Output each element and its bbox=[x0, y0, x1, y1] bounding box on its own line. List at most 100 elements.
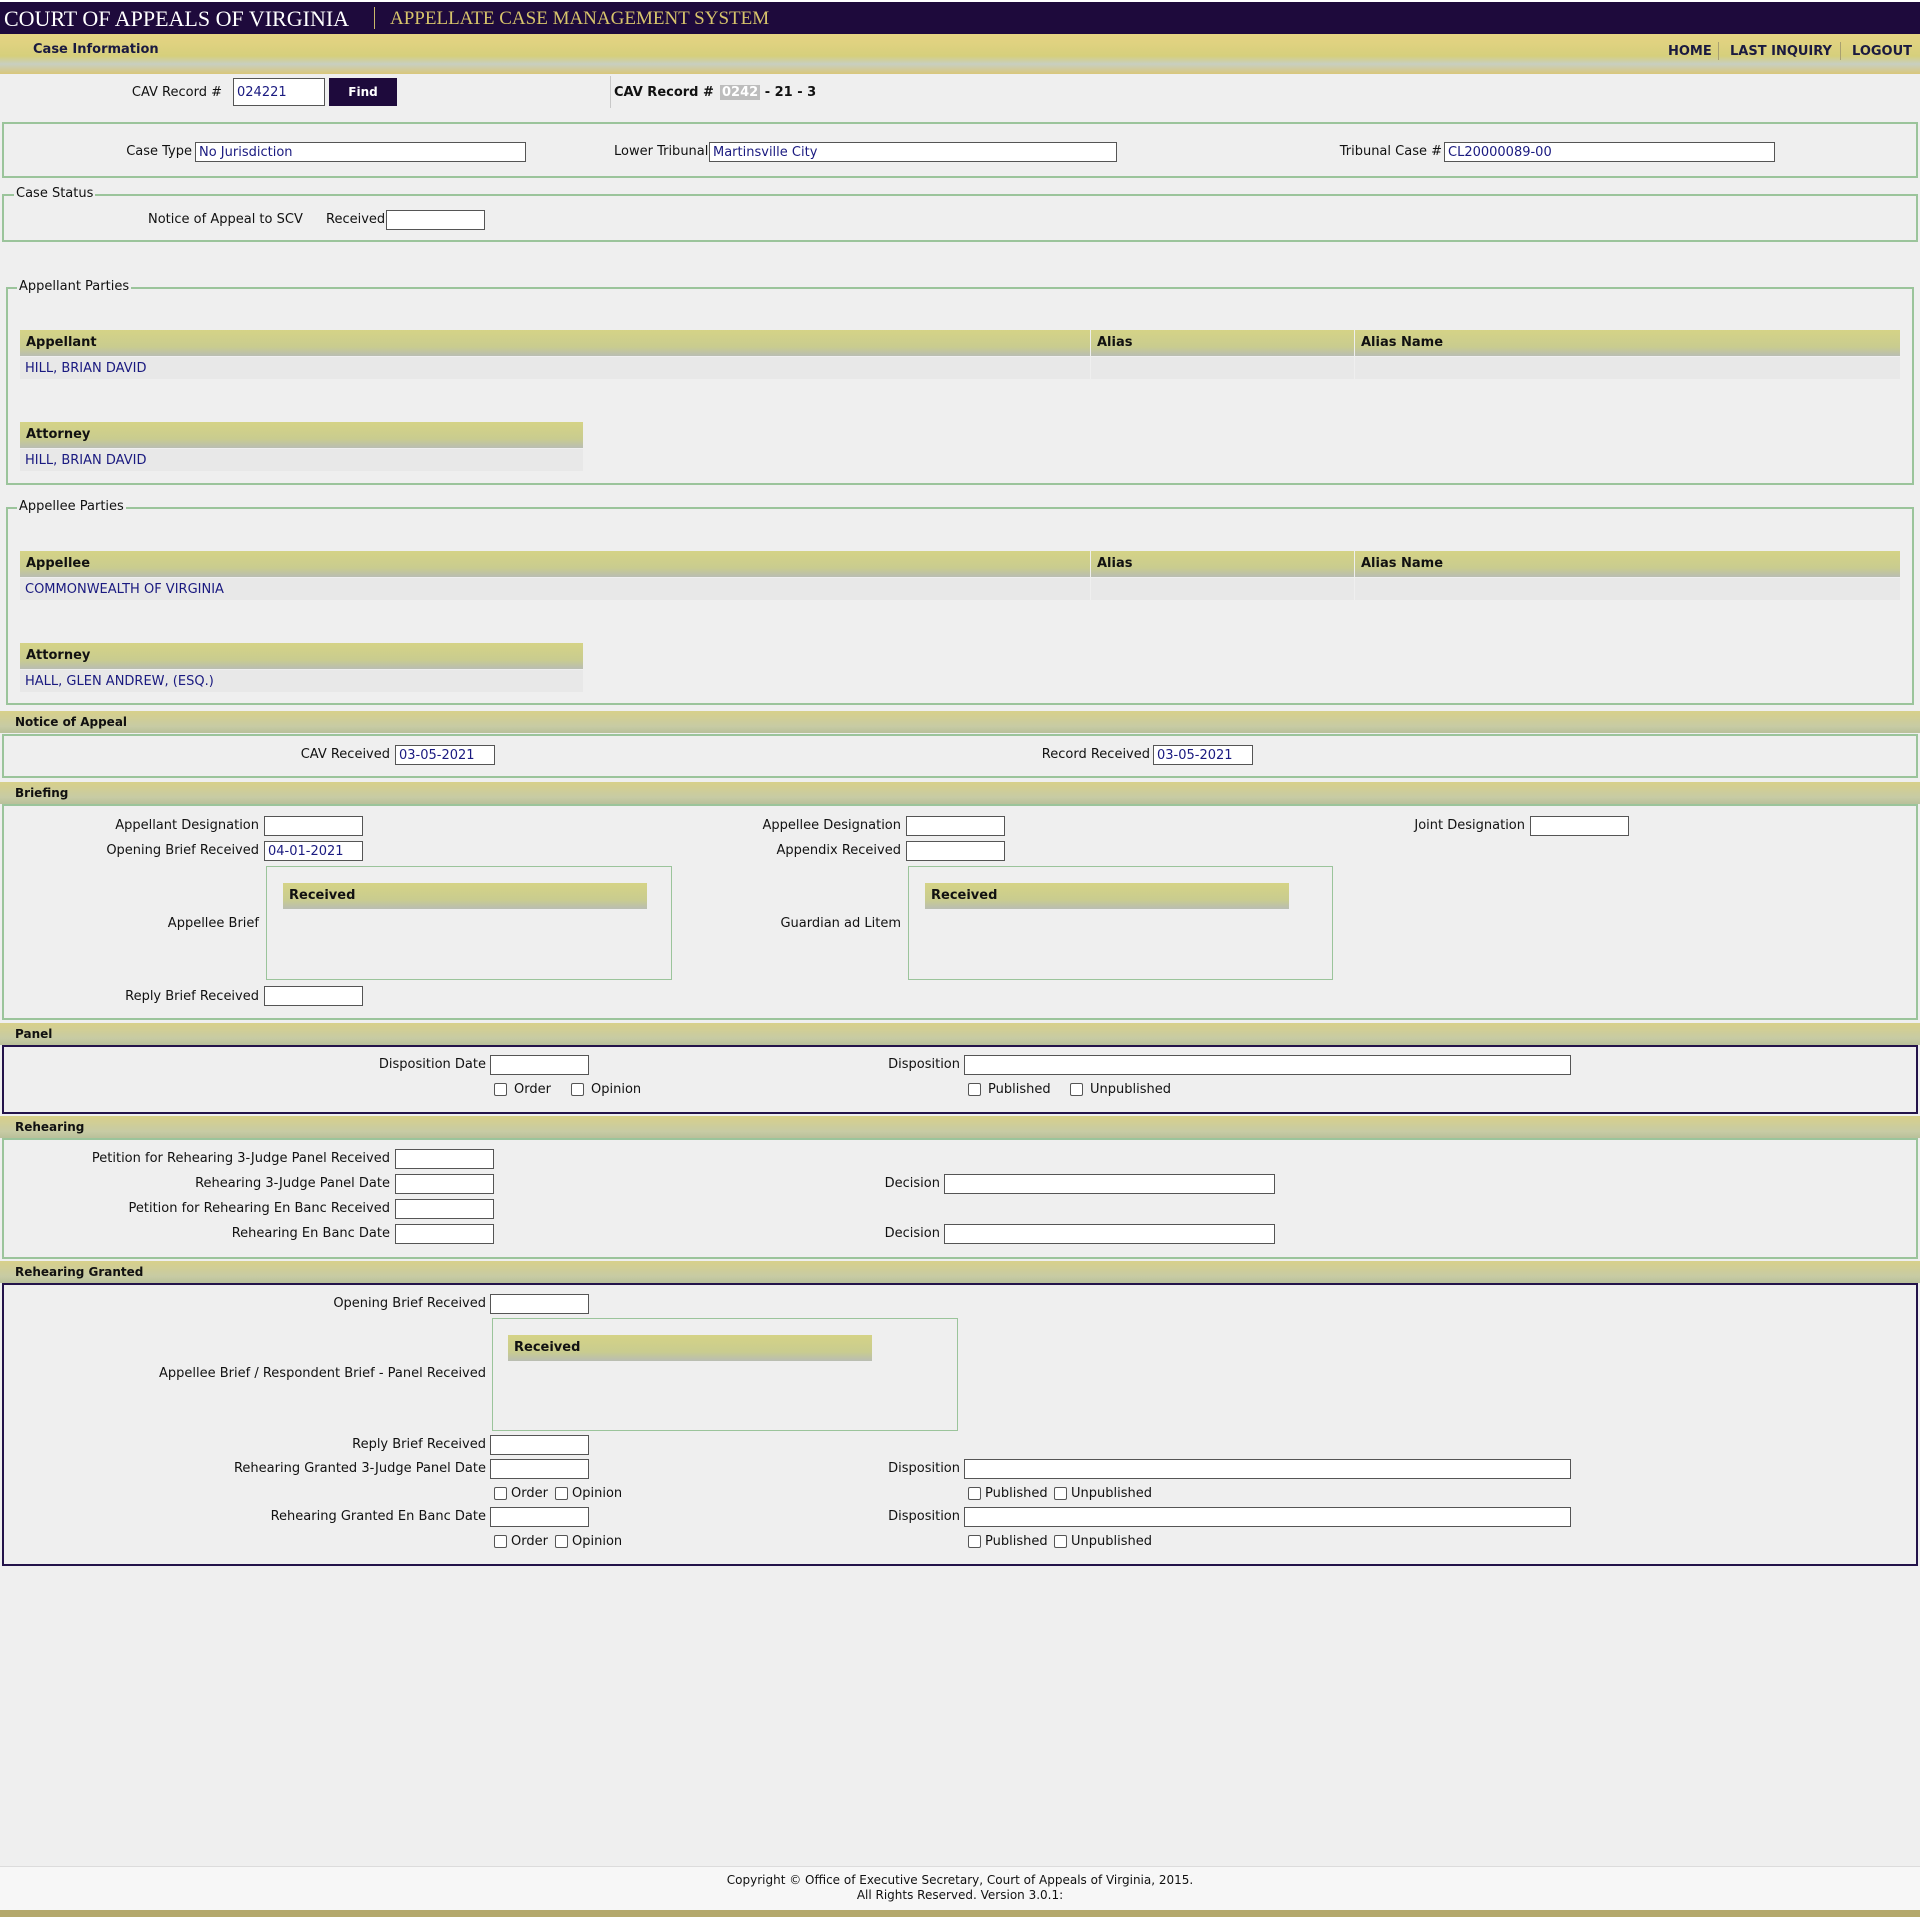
appellee-designation-field[interactable] bbox=[906, 816, 1005, 836]
case-type-field[interactable]: No Jurisdiction bbox=[195, 142, 526, 162]
rg-3judge-date-field[interactable] bbox=[490, 1459, 589, 1479]
appendix-received-field[interactable] bbox=[906, 841, 1005, 861]
rg-enbanc-order-checkbox[interactable] bbox=[494, 1535, 507, 1548]
guardian-received-header: Received bbox=[925, 883, 1289, 909]
petition-3judge-field[interactable] bbox=[395, 1149, 494, 1169]
nav-home-link[interactable]: HOME bbox=[1668, 44, 1712, 59]
table-row-alias bbox=[1091, 357, 1354, 379]
rg-3judge-unpublished-label: Unpublished bbox=[1071, 1486, 1152, 1501]
cav-received-label: CAV Received bbox=[300, 747, 390, 762]
reply-brief-field[interactable] bbox=[264, 986, 363, 1006]
appellant-designation-field[interactable] bbox=[264, 816, 363, 836]
rg-enbanc-date-field[interactable] bbox=[490, 1507, 589, 1527]
lower-tribunal-field[interactable]: Martinsville City bbox=[709, 142, 1117, 162]
rg-3judge-date-label: Rehearing Granted 3-Judge Panel Date bbox=[233, 1461, 486, 1476]
opinion-label: Opinion bbox=[591, 1082, 642, 1097]
rg-3judge-order-label: Order bbox=[511, 1486, 548, 1501]
panel-box bbox=[2, 1045, 1918, 1114]
order-checkbox[interactable] bbox=[494, 1083, 507, 1096]
table-row[interactable]: COMMONWEALTH OF VIRGINIA bbox=[20, 578, 1090, 600]
find-button[interactable]: Find bbox=[329, 78, 397, 106]
published-checkbox[interactable] bbox=[968, 1083, 981, 1096]
appellant-alias-name-column-header: Alias Name bbox=[1355, 330, 1900, 356]
list-item[interactable]: HILL, BRIAN DAVID bbox=[20, 449, 583, 471]
cav-record-display-label: CAV Record # bbox=[614, 85, 714, 100]
appellee-parties-legend: Appellee Parties bbox=[17, 499, 126, 514]
appellee-alias-name-column-header: Alias Name bbox=[1355, 551, 1900, 577]
header-divider bbox=[374, 7, 375, 29]
rehearing-granted-section-title: Rehearing Granted bbox=[0, 1261, 1920, 1283]
rg-3judge-order-checkbox[interactable] bbox=[494, 1487, 507, 1500]
rg-3judge-opinion-checkbox[interactable] bbox=[555, 1487, 568, 1500]
rg-appellee-brief-received-header: Received bbox=[508, 1335, 872, 1361]
table-row-alias-name bbox=[1355, 578, 1900, 600]
rg-opening-brief-field[interactable] bbox=[490, 1294, 589, 1314]
rg-enbanc-disposition-field[interactable] bbox=[964, 1507, 1571, 1527]
rehearing-enbanc-date-field[interactable] bbox=[395, 1224, 494, 1244]
appellant-alias-column-header: Alias bbox=[1091, 330, 1354, 356]
nav-logout-link[interactable]: LOGOUT bbox=[1852, 44, 1912, 59]
tribunal-case-field[interactable]: CL20000089-00 bbox=[1444, 142, 1775, 162]
rg-3judge-disposition-field[interactable] bbox=[964, 1459, 1571, 1479]
cav-record-highlight: 0242 bbox=[720, 85, 761, 100]
decision-label: Decision bbox=[884, 1226, 940, 1241]
menu-bar bbox=[0, 34, 1920, 74]
unpublished-label: Unpublished bbox=[1090, 1082, 1171, 1097]
page-title: Case Information bbox=[33, 42, 159, 57]
decision-enbanc-field[interactable] bbox=[944, 1224, 1275, 1244]
table-row[interactable]: HILL, BRIAN DAVID bbox=[20, 357, 1090, 379]
scv-received-field[interactable] bbox=[386, 210, 485, 230]
appellant-attorney-header: Attorney bbox=[20, 422, 583, 448]
rg-reply-brief-label: Reply Brief Received bbox=[352, 1437, 486, 1452]
rg-enbanc-unpublished-label: Unpublished bbox=[1071, 1534, 1152, 1549]
rg-reply-brief-field[interactable] bbox=[490, 1435, 589, 1455]
table-row-alias-name bbox=[1355, 357, 1900, 379]
court-title: COURT OF APPEALS OF VIRGINIA bbox=[4, 6, 350, 31]
appellant-designation-label: Appellant Designation bbox=[115, 818, 259, 833]
appellant-parties-legend: Appellant Parties bbox=[17, 279, 132, 294]
rg-enbanc-published-label: Published bbox=[985, 1534, 1048, 1549]
disposition-date-label: Disposition Date bbox=[378, 1057, 486, 1072]
rehearing-3judge-date-field[interactable] bbox=[395, 1174, 494, 1194]
decision-3judge-field[interactable] bbox=[944, 1174, 1275, 1194]
appellee-attorney-header: Attorney bbox=[20, 643, 583, 669]
rg-3judge-published-checkbox[interactable] bbox=[968, 1487, 981, 1500]
record-received-label: Record Received bbox=[1041, 747, 1150, 762]
rg-opening-brief-label: Opening Brief Received bbox=[333, 1296, 486, 1311]
appellee-designation-label: Appellee Designation bbox=[762, 818, 902, 833]
rg-disposition-label: Disposition bbox=[888, 1509, 960, 1524]
published-label: Published bbox=[988, 1082, 1051, 1097]
search-divider bbox=[610, 76, 611, 108]
joint-designation-label: Joint Designation bbox=[1414, 818, 1525, 833]
opening-brief-label: Opening Brief Received bbox=[106, 843, 259, 858]
rg-enbanc-unpublished-checkbox[interactable] bbox=[1054, 1535, 1067, 1548]
appendix-received-label: Appendix Received bbox=[776, 843, 901, 858]
nav-last-inquiry-link[interactable]: LAST INQUIRY bbox=[1730, 44, 1832, 59]
disposition-label: Disposition bbox=[888, 1057, 960, 1072]
cav-record-input[interactable]: 024221 bbox=[233, 78, 325, 106]
system-title: APPELLATE CASE MANAGEMENT SYSTEM bbox=[390, 8, 770, 29]
rg-enbanc-published-checkbox[interactable] bbox=[968, 1535, 981, 1548]
cav-record-rest: - 21 - 3 bbox=[760, 85, 817, 100]
rg-enbanc-opinion-checkbox[interactable] bbox=[555, 1535, 568, 1548]
rg-enbanc-opinion-label: Opinion bbox=[572, 1534, 623, 1549]
unpublished-checkbox[interactable] bbox=[1070, 1083, 1083, 1096]
guardian-ad-litem-label: Guardian ad Litem bbox=[780, 916, 901, 931]
decision-label: Decision bbox=[884, 1176, 940, 1191]
rg-3judge-unpublished-checkbox[interactable] bbox=[1054, 1487, 1067, 1500]
opinion-checkbox[interactable] bbox=[571, 1083, 584, 1096]
joint-designation-field[interactable] bbox=[1530, 816, 1629, 836]
rg-disposition-label: Disposition bbox=[888, 1461, 960, 1476]
disposition-field[interactable] bbox=[964, 1055, 1571, 1075]
disposition-date-field[interactable] bbox=[490, 1055, 589, 1075]
reply-brief-label: Reply Brief Received bbox=[125, 989, 259, 1004]
list-item[interactable]: HALL, GLEN ANDREW, (ESQ.) bbox=[20, 670, 583, 692]
petition-enbanc-field[interactable] bbox=[395, 1199, 494, 1219]
record-received-field[interactable]: 03-05-2021 bbox=[1153, 745, 1253, 765]
briefing-section-title: Briefing bbox=[0, 782, 1920, 804]
tribunal-case-label: Tribunal Case # bbox=[1339, 144, 1442, 159]
rg-appellee-brief-label: Appellee Brief / Respondent Brief - Pane… bbox=[159, 1366, 486, 1381]
cav-received-field[interactable]: 03-05-2021 bbox=[395, 745, 495, 765]
table-row-alias bbox=[1091, 578, 1354, 600]
opening-brief-field[interactable]: 04-01-2021 bbox=[264, 841, 363, 861]
